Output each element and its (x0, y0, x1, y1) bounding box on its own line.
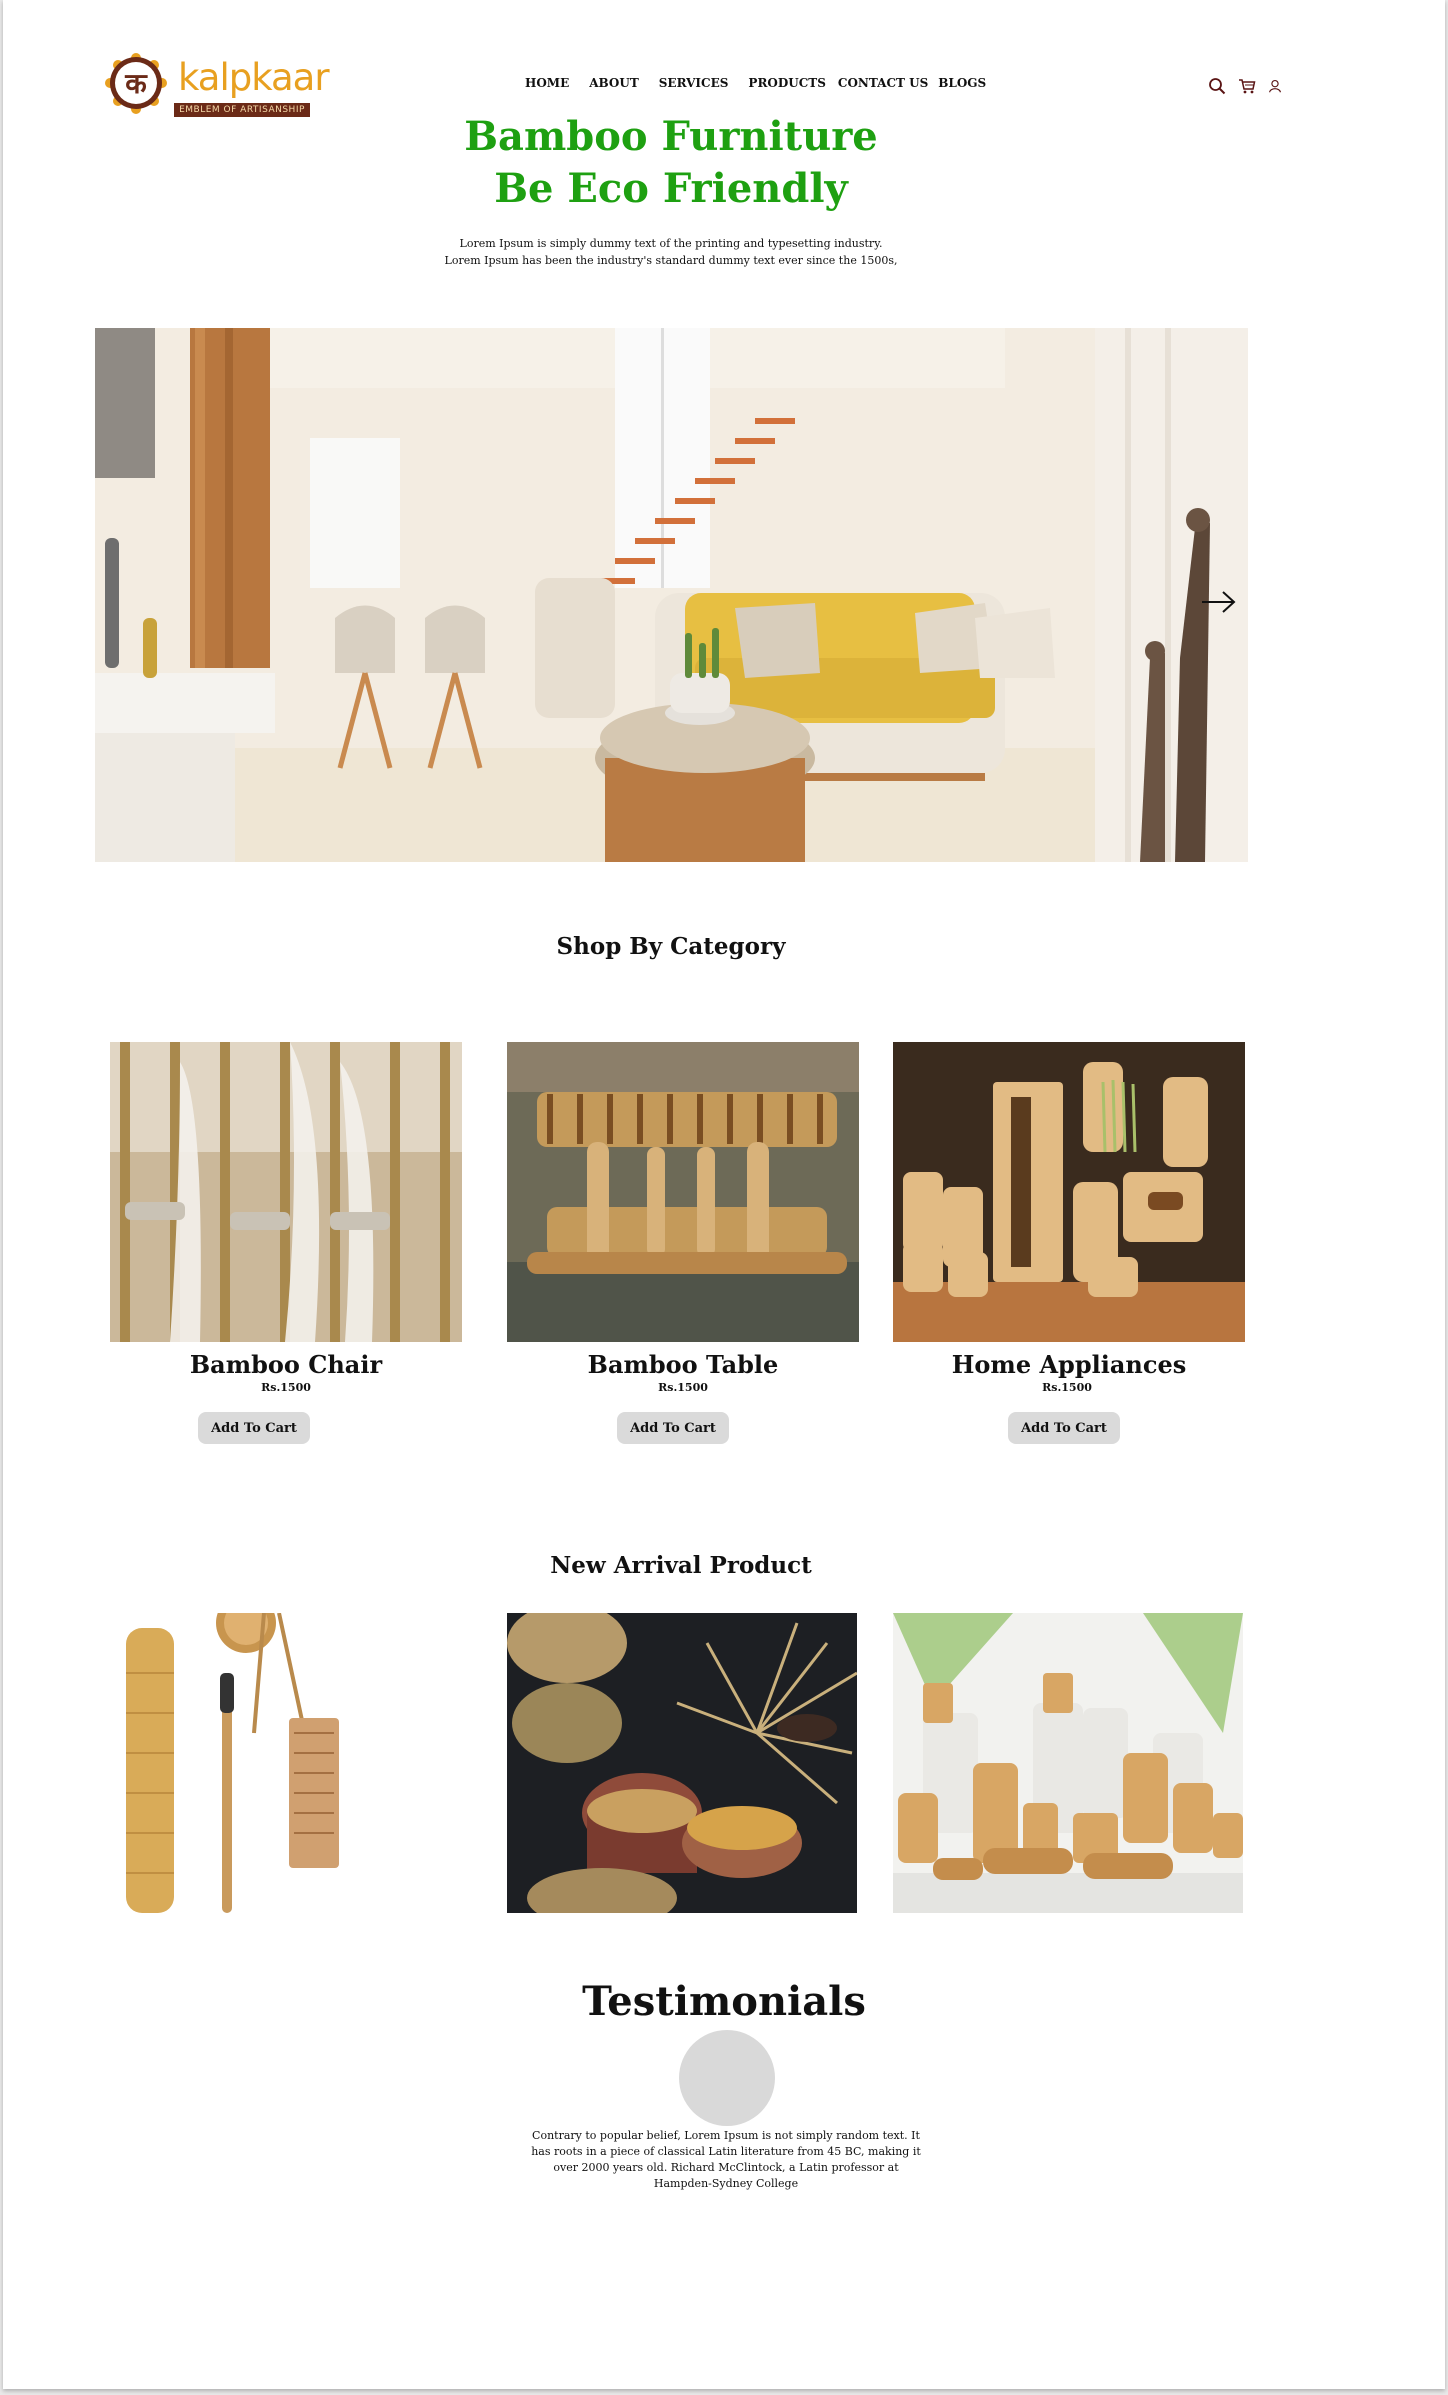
hero-subtitle: Lorem Ipsum is simply dummy text of the … (3, 235, 1339, 269)
nav-about[interactable]: ABOUT (589, 76, 639, 90)
hero-title-line2: Be Eco Friendly (494, 165, 848, 212)
add-to-cart-button-bamboo-chair[interactable]: Add To Cart (198, 1412, 310, 1444)
category-section-title: Shop By Category (556, 933, 786, 960)
nav-services[interactable]: SERVICES (659, 76, 729, 90)
cart-icon[interactable] (1238, 77, 1256, 95)
bamboo-bottles-photo (893, 1613, 1243, 1913)
hero-subtitle-line2: Lorem Ipsum has been the industry's stan… (444, 254, 898, 267)
category-name-bamboo-table: Bamboo Table (587, 1350, 779, 1379)
main-nav: HOME ABOUT SERVICES PRODUCTS CONTACT US … (525, 76, 986, 90)
home-appliances-photo (893, 1042, 1245, 1342)
new-arrival-section-title: New Arrival Product (550, 1552, 812, 1579)
bamboo-chair-photo (110, 1042, 462, 1342)
testimonial-avatar (679, 2030, 775, 2126)
category-image-bamboo-chair[interactable] (110, 1042, 462, 1342)
category-price-bamboo-table: Rs.1500 (658, 1381, 708, 1394)
testimonials-title: Testimonials (582, 1978, 866, 2025)
living-room-photo (95, 328, 1248, 862)
new-arrival-image-2[interactable] (507, 1613, 857, 1913)
nav-products[interactable]: PRODUCTS (748, 76, 825, 90)
nav-home[interactable]: HOME (525, 76, 569, 90)
category-name-home-appliances: Home Appliances (951, 1350, 1187, 1379)
search-icon[interactable] (1208, 77, 1226, 95)
category-name-bamboo-chair: Bamboo Chair (189, 1350, 383, 1379)
new-arrival-image-1[interactable] (114, 1613, 404, 1913)
nav-blogs[interactable]: BLOGS (938, 76, 986, 90)
add-to-cart-button-home-appliances[interactable]: Add To Cart (1008, 1412, 1120, 1444)
new-arrival-image-3[interactable] (893, 1613, 1243, 1913)
bamboo-baskets-photo (507, 1613, 857, 1913)
hero-subtitle-line1: Lorem Ipsum is simply dummy text of the … (459, 237, 883, 250)
add-to-cart-button-bamboo-table[interactable]: Add To Cart (617, 1412, 729, 1444)
category-image-home-appliances[interactable] (893, 1042, 1245, 1342)
user-icon[interactable] (1268, 79, 1282, 93)
bamboo-table-photo (507, 1042, 859, 1342)
brand-name: kalpkaar (178, 56, 330, 99)
arrow-right-icon[interactable] (1201, 588, 1237, 616)
category-image-bamboo-table[interactable] (507, 1042, 859, 1342)
testimonial-quote: Contrary to popular belief, Lorem Ipsum … (531, 2129, 921, 2190)
page: क kalpkaar EMBLEM OF ARTISANSHIP HOME AB… (3, 0, 1445, 2389)
category-price-home-appliances: Rs.1500 (1042, 1381, 1092, 1394)
nav-contact-us[interactable]: CONTACT US (838, 76, 928, 90)
header-icons (1208, 77, 1282, 95)
hero-image (95, 328, 1248, 862)
category-price-bamboo-chair: Rs.1500 (261, 1381, 311, 1394)
bamboo-toiletries-photo (114, 1613, 404, 1913)
logo-glyph: क (124, 67, 148, 100)
hero-title-line1: Bamboo Furniture (464, 113, 878, 160)
